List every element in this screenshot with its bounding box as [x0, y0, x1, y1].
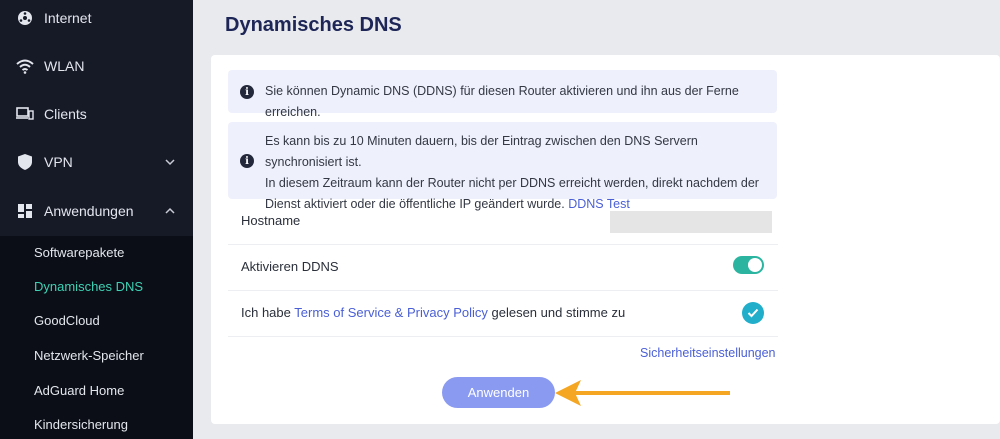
info-icon: i [240, 154, 254, 168]
sidebar-item-anwendungen[interactable]: Anwendungen [0, 187, 193, 235]
sidebar-item-vpn[interactable]: VPN [0, 138, 193, 186]
sidebar-subitem-kindersicherung[interactable]: Kindersicherung [34, 417, 128, 432]
ddns-toggle-row: Aktivieren DDNS [228, 245, 778, 291]
security-settings-link[interactable]: Sicherheitseinstellungen [640, 346, 776, 360]
info-text: Sie können Dynamic DNS (DDNS) für diesen… [265, 84, 739, 119]
hostname-field[interactable] [610, 211, 772, 233]
sidebar-subitem-netzwerk-speicher[interactable]: Netzwerk-Speicher [34, 348, 144, 363]
sidebar-item-label: WLAN [44, 58, 85, 74]
hostname-label: Hostname [241, 213, 301, 228]
sidebar-submenu [0, 236, 193, 439]
sidebar-item-label: Internet [44, 10, 92, 26]
wifi-icon [16, 57, 34, 75]
terms-text: Ich habe Terms of Service & Privacy Poli… [241, 305, 625, 320]
info-box-sync: i Es kann bis zu 10 Minuten dauern, bis … [228, 122, 777, 211]
globe-icon [16, 9, 34, 27]
chevron-up-icon [163, 204, 177, 218]
page-title: Dynamisches DNS [225, 14, 402, 36]
sidebar-item-clients[interactable]: Clients [0, 90, 193, 138]
shield-icon [16, 153, 34, 171]
arrow-annotation-icon [555, 380, 730, 406]
ddns-label: Aktivieren DDNS [241, 259, 339, 274]
terms-row: Ich habe Terms of Service & Privacy Poli… [228, 291, 778, 337]
terms-suffix: gelesen und stimme zu [491, 305, 626, 320]
checkmark-icon [747, 308, 759, 318]
apply-button[interactable]: Anwenden [442, 377, 555, 408]
info-box-ddns: i Sie können Dynamic DNS (DDNS) für dies… [228, 70, 777, 119]
sidebar-subitem-goodcloud[interactable]: GoodCloud [34, 313, 100, 328]
sidebar-item-label: VPN [44, 154, 73, 170]
sidebar: Internet WLAN Clients VPN Anwendungen So… [0, 0, 193, 439]
info-line-2: In diesem Zeitraum kann der Router nicht… [265, 176, 759, 190]
sidebar-item-internet[interactable]: Internet [0, 0, 193, 42]
terms-prefix: Ich habe [241, 305, 291, 320]
terms-link[interactable]: Terms of Service & Privacy Policy [294, 305, 488, 320]
chevron-down-icon [163, 155, 177, 169]
apps-grid-icon [16, 202, 34, 220]
terms-checkbox[interactable] [742, 302, 764, 324]
ddns-toggle[interactable] [733, 256, 764, 274]
info-line-1: Es kann bis zu 10 Minuten dauern, bis de… [265, 134, 698, 169]
devices-icon [16, 105, 34, 123]
sidebar-subitem-dynamisches-dns[interactable]: Dynamisches DNS [34, 279, 143, 294]
sidebar-subitem-softwarepakete[interactable]: Softwarepakete [34, 245, 124, 260]
toggle-knob [748, 258, 762, 272]
sidebar-item-wlan[interactable]: WLAN [0, 42, 193, 90]
info-icon: i [240, 85, 254, 99]
sidebar-item-label: Clients [44, 106, 87, 122]
sidebar-item-label: Anwendungen [44, 203, 134, 219]
sidebar-subitem-adguard-home[interactable]: AdGuard Home [34, 383, 124, 398]
